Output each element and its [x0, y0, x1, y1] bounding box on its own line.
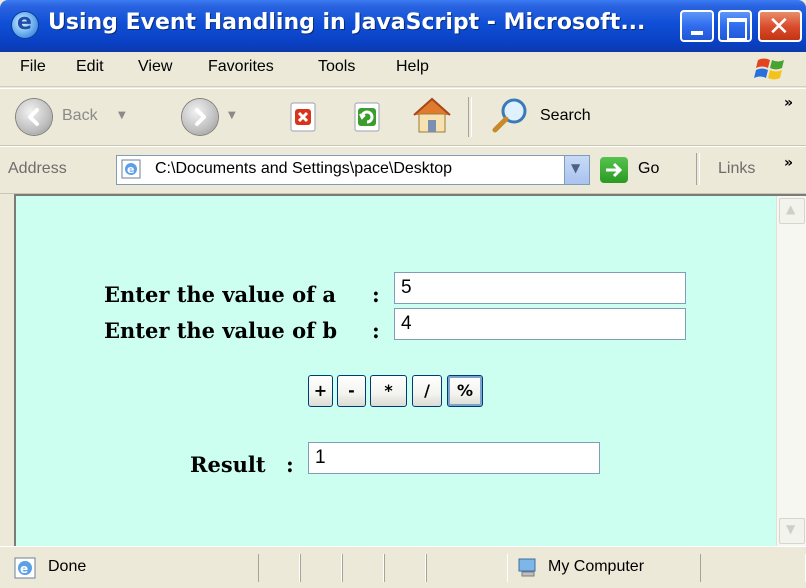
- minimize-button[interactable]: [680, 10, 714, 42]
- page-icon: e: [121, 159, 141, 179]
- chevron-up-icon: ▲: [786, 202, 796, 216]
- links-separator: [696, 153, 700, 185]
- links-button[interactable]: Links: [718, 160, 755, 178]
- back-button[interactable]: Back ▼: [16, 98, 156, 136]
- status-panel: [342, 554, 384, 582]
- label-value-b: Enter the value of b: [104, 318, 338, 343]
- maximize-icon: [727, 18, 747, 40]
- home-icon[interactable]: [410, 95, 454, 135]
- address-label: Address: [8, 160, 67, 177]
- back-dropdown-icon[interactable]: ▼: [118, 110, 126, 121]
- back-label: Back: [62, 107, 98, 124]
- modulus-button[interactable]: %: [447, 375, 483, 407]
- status-panel: [426, 554, 508, 582]
- label-value-a: Enter the value of a: [104, 282, 337, 307]
- go-arrow-icon: [600, 157, 628, 183]
- links-chevron-icon[interactable]: »: [784, 155, 793, 171]
- window-title: Using Event Handling in JavaScript - Mic…: [48, 10, 646, 35]
- forward-dropdown-icon[interactable]: ▼: [228, 110, 236, 121]
- ie-window: Using Event Handling in JavaScript - Mic…: [0, 0, 806, 588]
- status-text: Done: [48, 558, 87, 575]
- vertical-scrollbar[interactable]: ▲ ▼: [776, 196, 806, 546]
- svg-text:e: e: [20, 562, 28, 576]
- label-colon: :: [286, 452, 294, 477]
- address-field[interactable]: e C:\Documents and Settings\pace\Desktop…: [116, 155, 590, 185]
- toolbar-chevron-icon[interactable]: »: [784, 95, 793, 111]
- status-panel: [384, 554, 426, 582]
- minimize-icon: [691, 31, 703, 35]
- security-zone-text: My Computer: [548, 558, 645, 575]
- value-a-input[interactable]: 5: [394, 272, 686, 304]
- page-content: [16, 196, 776, 546]
- menu-favorites[interactable]: Favorites: [208, 58, 274, 76]
- address-dropdown-button[interactable]: ▼: [564, 155, 590, 185]
- refresh-icon[interactable]: [352, 101, 384, 133]
- label-colon: :: [372, 282, 380, 307]
- menu-edit[interactable]: Edit: [76, 58, 104, 76]
- search-button[interactable]: Search: [484, 95, 644, 135]
- standard-toolbar: Back ▼ ▼ Search »: [0, 88, 806, 146]
- menu-file[interactable]: File: [20, 58, 46, 76]
- go-button[interactable]: Go: [600, 155, 680, 185]
- status-panel: [258, 554, 300, 582]
- scroll-up-button[interactable]: ▲: [779, 198, 805, 224]
- back-arrow-icon: [16, 99, 52, 135]
- value-b-input[interactable]: 4: [394, 308, 686, 340]
- svg-text:e: e: [127, 163, 134, 176]
- stop-icon[interactable]: [288, 101, 320, 133]
- label-colon: :: [372, 318, 380, 343]
- close-button[interactable]: ✕: [758, 10, 802, 42]
- menu-bar: File Edit View Favorites Tools Help: [0, 52, 806, 87]
- status-panel: [300, 554, 342, 582]
- scroll-down-button[interactable]: ▼: [779, 518, 805, 544]
- add-button[interactable]: +: [308, 375, 333, 407]
- forward-button[interactable]: ▼: [182, 98, 262, 136]
- status-panel: [700, 554, 806, 582]
- address-input[interactable]: C:\Documents and Settings\pace\Desktop: [155, 160, 555, 178]
- chevron-down-icon: ▼: [571, 161, 581, 175]
- search-icon: [492, 98, 527, 133]
- search-label: Search: [540, 107, 591, 124]
- forward-arrow-icon: [182, 99, 218, 135]
- my-computer-icon: [518, 558, 536, 577]
- address-bar: Address e C:\Documents and Settings\pace…: [0, 146, 806, 194]
- status-bar: e Done My Computer: [0, 546, 806, 588]
- label-result: Result: [190, 452, 266, 477]
- menu-help[interactable]: Help: [396, 58, 429, 76]
- menu-tools[interactable]: Tools: [318, 58, 355, 76]
- result-input[interactable]: 1: [308, 442, 600, 474]
- ie-logo-icon: [12, 10, 38, 38]
- chevron-down-icon: ▼: [786, 522, 796, 536]
- close-icon: ✕: [768, 12, 790, 42]
- toolbar-separator: [468, 97, 472, 137]
- subtract-button[interactable]: -: [337, 375, 366, 407]
- maximize-button[interactable]: [718, 10, 752, 42]
- windows-logo-icon: [748, 55, 794, 83]
- menu-view[interactable]: View: [138, 58, 172, 76]
- title-bar[interactable]: Using Event Handling in JavaScript - Mic…: [0, 0, 806, 52]
- multiply-button[interactable]: *: [370, 375, 407, 407]
- page-done-icon: e: [14, 557, 36, 579]
- divide-button[interactable]: /: [412, 375, 442, 407]
- go-label: Go: [638, 160, 660, 177]
